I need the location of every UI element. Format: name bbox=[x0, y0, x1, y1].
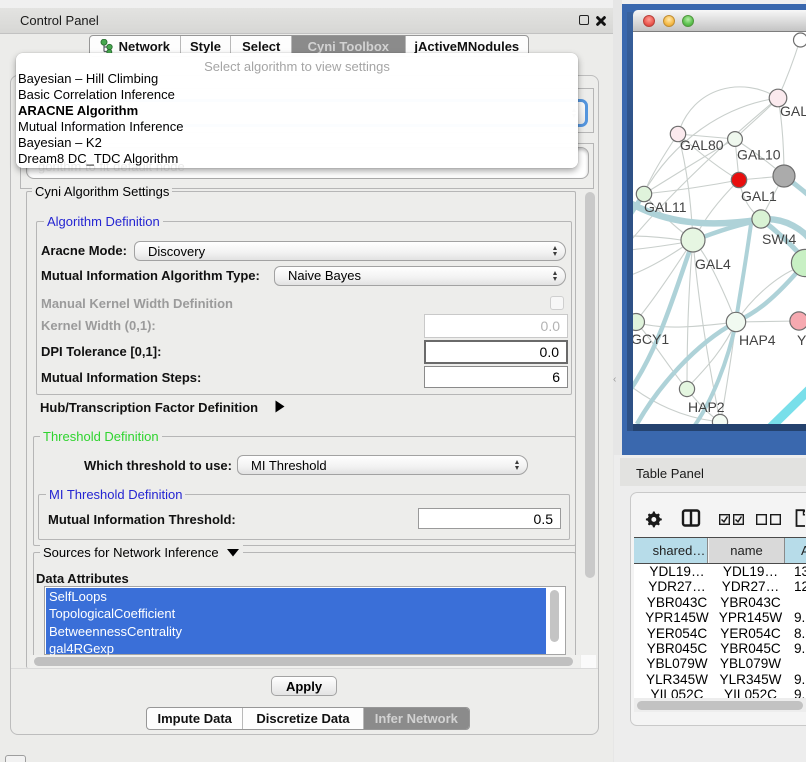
svg-text:GAL4: GAL4 bbox=[695, 256, 731, 272]
svg-text:GAL11: GAL11 bbox=[644, 199, 687, 215]
svg-text:GAL10: GAL10 bbox=[737, 147, 781, 163]
svg-text:SWI4: SWI4 bbox=[762, 231, 796, 247]
svg-text:GAL1: GAL1 bbox=[741, 188, 777, 204]
svg-text:GAL80: GAL80 bbox=[680, 137, 724, 153]
svg-text:HAP4: HAP4 bbox=[739, 332, 776, 348]
svg-text:GAL: GAL bbox=[780, 103, 806, 119]
svg-text:Y: Y bbox=[797, 332, 806, 348]
svg-text:GCY1: GCY1 bbox=[633, 331, 669, 347]
svg-text:HAP2: HAP2 bbox=[688, 399, 725, 415]
